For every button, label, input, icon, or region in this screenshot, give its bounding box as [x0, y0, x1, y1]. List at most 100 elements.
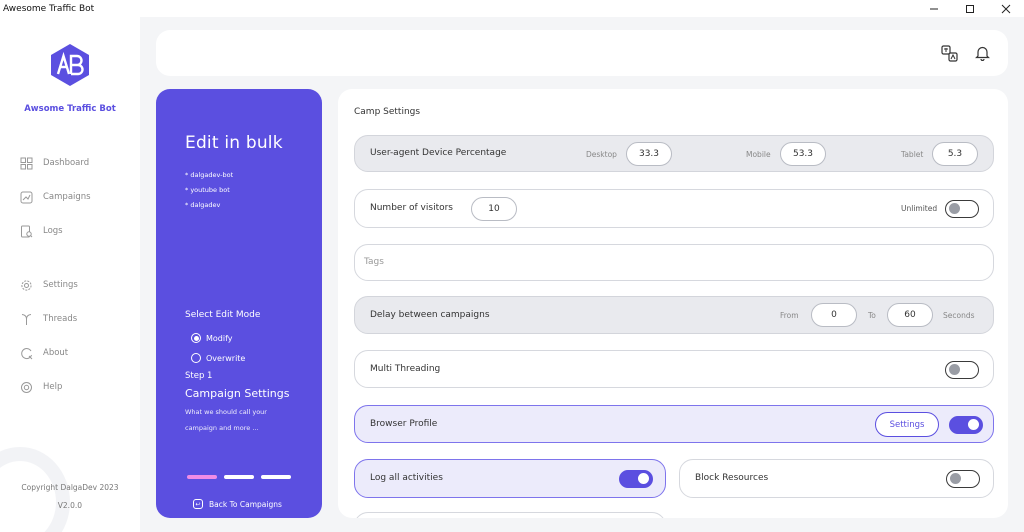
sidebar-item-label: Dashboard [43, 158, 90, 168]
top-header [156, 30, 1008, 76]
radio-label: Modify [206, 333, 233, 343]
brand-name: Awsome Traffic Bot [24, 104, 116, 114]
copyright-text: Copyright DalgaDev 2023 [21, 483, 119, 492]
window-controls [916, 0, 1024, 17]
visitors-label: Number of visitors [370, 203, 453, 213]
info-icon [19, 346, 33, 360]
sidebar-item-logs[interactable]: Logs [19, 224, 63, 238]
sidebar-item-dashboard[interactable]: Dashboard [19, 156, 89, 170]
delay-label: Delay between campaigns [370, 310, 490, 320]
tablet-label: Tablet [901, 150, 924, 159]
sidebar-item-label: Settings [43, 280, 78, 290]
progress-step-3 [261, 475, 291, 479]
back-arrow-icon: ↩ [193, 499, 203, 509]
grid-icon [19, 156, 33, 170]
progress-step-2 [224, 475, 254, 479]
toggle-knob [968, 419, 979, 430]
next-setting-row-partial [354, 512, 666, 518]
sidebar-item-label: Logs [43, 226, 63, 236]
back-to-campaigns-link[interactable]: ↩ Back To Campaigns [193, 499, 282, 509]
progress-step-1 [187, 475, 217, 479]
window-title: Awesome Traffic Bot [3, 3, 95, 14]
tags-input[interactable]: Tags [364, 257, 384, 267]
tablet-percent-input[interactable]: 5.3 [932, 142, 978, 166]
radio-dot-selected[interactable] [191, 333, 201, 343]
toggle-knob [638, 473, 649, 484]
visitors-input[interactable]: 10 [471, 197, 517, 221]
notification-button[interactable] [973, 44, 991, 62]
browser-profile-row: Browser Profile Settings [354, 405, 994, 443]
minimize-button[interactable] [916, 0, 952, 17]
log-activities-row: Log all activities [354, 459, 666, 498]
version-text: V2.0.0 [57, 501, 82, 510]
user-agent-row: User-agent Device Percentage Desktop 33.… [354, 135, 994, 172]
toggle-knob [949, 203, 960, 214]
document-search-icon [19, 224, 33, 238]
user-agent-label: User-agent Device Percentage [370, 148, 507, 158]
to-label: To [868, 311, 876, 320]
minimize-icon [930, 8, 938, 9]
tags-row[interactable]: Tags [354, 244, 994, 281]
branch-icon [19, 312, 33, 326]
sidebar-item-campaigns[interactable]: Campaigns [19, 190, 91, 204]
close-icon [1001, 4, 1011, 13]
lifebuoy-icon [19, 380, 33, 394]
step-number: Step 1 [185, 371, 213, 381]
camp-settings-card: Camp Settings User-agent Device Percenta… [338, 89, 1008, 518]
sidebar-item-threads[interactable]: Threads [19, 312, 77, 326]
sidebar-item-label: About [43, 348, 69, 358]
unlimited-label: Unlimited [901, 204, 938, 213]
unlimited-toggle[interactable] [945, 200, 979, 218]
sidebar-item-label: Campaigns [43, 192, 91, 202]
sidebar-item-label: Threads [43, 314, 78, 324]
maximize-button[interactable] [952, 0, 988, 17]
log-activities-toggle[interactable] [619, 470, 653, 488]
card-title: Camp Settings [354, 107, 421, 117]
edit-mode-title: Select Edit Mode [185, 310, 261, 320]
desktop-percent-input[interactable]: 33.3 [626, 142, 672, 166]
block-resources-toggle[interactable] [946, 470, 980, 488]
sidebar-item-about[interactable]: About [19, 346, 68, 360]
sidebar-item-settings[interactable]: Settings [19, 278, 78, 292]
radio-label: Overwrite [206, 353, 246, 363]
from-label: From [780, 311, 799, 320]
delay-from-input[interactable]: 0 [811, 303, 857, 327]
window-titlebar: Awesome Traffic Bot [0, 0, 1024, 17]
sidebar-item-help[interactable]: Help [19, 380, 62, 394]
radio-overwrite[interactable]: Overwrite [191, 353, 245, 363]
browser-profile-toggle[interactable] [949, 416, 983, 434]
edit-bulk-panel: Edit in bulk * dalgadev-bot * youtube bo… [156, 89, 322, 518]
block-resources-row: Block Resources [679, 459, 994, 498]
panel-title: Edit in bulk [185, 133, 283, 153]
browser-profile-settings-button[interactable]: Settings [875, 412, 939, 437]
toggle-knob [950, 473, 961, 484]
toggle-knob [949, 364, 960, 375]
bell-icon [974, 46, 990, 61]
bot-item: * youtube bot [185, 186, 230, 194]
visitors-row: Number of visitors 10 Unlimited [354, 189, 994, 228]
delay-to-input[interactable]: 60 [887, 303, 933, 327]
app-logo [51, 44, 89, 86]
seconds-label: Seconds [943, 311, 975, 320]
close-button[interactable] [988, 0, 1024, 17]
multithreading-toggle[interactable] [945, 361, 979, 379]
translate-icon [940, 44, 958, 62]
log-activities-label: Log all activities [370, 473, 443, 483]
delay-row: Delay between campaigns From 0 To 60 Sec… [354, 296, 994, 334]
chart-icon [19, 190, 33, 204]
radio-modify[interactable]: Modify [191, 333, 233, 343]
bot-item: * dalgadev [185, 201, 221, 209]
sidebar-item-label: Help [43, 382, 63, 392]
mobile-percent-input[interactable]: 53.3 [780, 142, 826, 166]
gear-icon [19, 278, 33, 292]
multithreading-row: Multi Threading [354, 350, 994, 388]
translate-button[interactable] [940, 44, 958, 62]
step-description: What we should call your campaign and mo… [185, 408, 267, 432]
block-resources-label: Block Resources [695, 473, 769, 483]
back-label: Back To Campaigns [209, 499, 282, 509]
mobile-label: Mobile [746, 150, 771, 159]
step-title: Campaign Settings [185, 387, 290, 400]
sidebar: Awsome Traffic Bot Dashboard Campaigns L… [0, 17, 140, 532]
maximize-icon [966, 4, 974, 13]
radio-dot[interactable] [191, 353, 201, 363]
